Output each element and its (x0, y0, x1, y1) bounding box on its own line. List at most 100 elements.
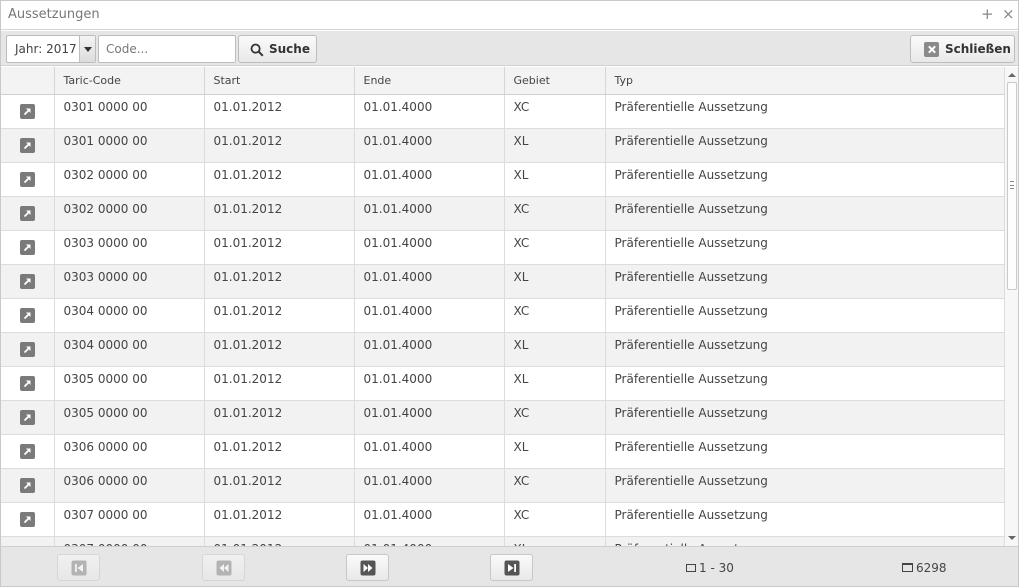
table-row[interactable]: 0305 0000 00 01.01.2012 01.01.4000 XC Präfer… (1, 400, 1004, 435)
table-row[interactable]: 0304 0000 00 01.01.2012 01.01.4000 XL Präfer… (1, 332, 1004, 367)
cell-type: Präferentielle Aussetzung (605, 230, 1004, 265)
open-external-icon[interactable] (19, 410, 35, 425)
cell-type: Präferentielle Aussetzung (605, 196, 1004, 231)
year-select-value: Jahr: 2017 (15, 42, 77, 56)
cell-taric-code: 0304 0000 00 (54, 298, 205, 333)
vertical-scrollbar[interactable] (1004, 67, 1018, 546)
cell-end: 01.01.4000 (354, 230, 505, 265)
cell-region: XL (504, 366, 606, 401)
last-page-button[interactable] (490, 554, 533, 581)
cell-region: XC (504, 502, 606, 537)
table-row[interactable]: 0301 0000 00 01.01.2012 01.01.4000 XC Präfer… (1, 94, 1004, 129)
open-external-icon[interactable] (19, 206, 35, 221)
table-row[interactable]: 0302 0000 00 01.01.2012 01.01.4000 XC Präfer… (1, 196, 1004, 231)
cell-end: 01.01.4000 (354, 298, 505, 333)
table-row[interactable]: 0306 0000 00 01.01.2012 01.01.4000 XL Präfer… (1, 434, 1004, 469)
open-external-icon[interactable] (19, 376, 35, 391)
cell-type: Präferentielle Aussetzung (605, 434, 1004, 469)
column-header-region[interactable]: Gebiet (504, 67, 606, 95)
total-count: 6298 (902, 561, 947, 575)
open-external-icon[interactable] (19, 138, 35, 153)
close-button[interactable]: Schließen (910, 35, 1015, 63)
column-header-action (1, 67, 55, 95)
cell-type: Präferentielle Aussetzung (605, 400, 1004, 435)
cell-taric-code: 0303 0000 00 (54, 264, 205, 299)
cell-taric-code: 0305 0000 00 (54, 366, 205, 401)
page-icon (686, 564, 696, 572)
table-row[interactable]: 0307 0000 0001.01.201201.01.4000XLPräfer… (1, 536, 1004, 546)
cell-region: XC (504, 298, 606, 333)
cell-taric-code: 0302 0000 00 (54, 162, 205, 197)
column-header-start[interactable]: Start (204, 67, 355, 95)
cell-taric-code: 0301 0000 00 (54, 94, 205, 129)
year-select[interactable]: Jahr: 2017 (6, 35, 96, 63)
open-external-icon[interactable] (19, 342, 35, 357)
row-action-cell (1, 332, 55, 367)
cell-start: 01.01.2012 (204, 400, 355, 435)
scroll-up-icon[interactable] (1008, 73, 1016, 77)
open-external-icon[interactable] (19, 308, 35, 323)
open-external-icon[interactable] (19, 240, 35, 255)
cell-end: 01.01.4000 (354, 264, 505, 299)
table-row[interactable]: 0303 0000 00 01.01.2012 01.01.4000 XL Präfer… (1, 264, 1004, 299)
open-external-icon[interactable] (19, 104, 35, 119)
first-page-button[interactable] (57, 554, 100, 581)
cell-start: 01.01.2012 (204, 298, 355, 333)
search-button-label: Suche (269, 42, 310, 56)
toolbar: Jahr: 2017 Suche Schließen (1, 31, 1018, 66)
table-row[interactable]: 0307 0000 00 01.01.2012 01.01.4000 XC Präfer… (1, 502, 1004, 537)
cell-start: 01.01.2012 (204, 196, 355, 231)
row-action-cell (1, 502, 55, 537)
cell-region: XL (504, 332, 606, 367)
column-header-taric-code[interactable]: Taric-Code (54, 67, 205, 95)
add-window-icon[interactable]: + (981, 5, 994, 23)
open-external-icon[interactable] (19, 444, 35, 459)
table-row[interactable]: 0302 0000 00 01.01.2012 01.01.4000 XL Präfer… (1, 162, 1004, 197)
cell-start: 01.01.2012 (204, 230, 355, 265)
cell-type: Präferentielle Aussetzung (605, 468, 1004, 503)
open-external-icon[interactable] (19, 478, 35, 493)
cell-type: Präferentielle Aussetzung (605, 536, 1004, 546)
window-title: Aussetzungen (8, 7, 100, 22)
row-action-cell (1, 230, 55, 265)
cell-start: 01.01.2012 (204, 366, 355, 401)
chevron-down-icon[interactable] (79, 36, 95, 62)
close-icon (924, 42, 939, 57)
open-external-icon[interactable] (19, 172, 35, 187)
open-external-icon[interactable] (19, 274, 35, 289)
table-row[interactable]: 0305 0000 00 01.01.2012 01.01.4000 XL Präfer… (1, 366, 1004, 401)
table-header-row: Taric-Code Start Ende Gebiet Typ (1, 67, 1004, 95)
row-action-cell (1, 128, 55, 163)
cell-region: XL (504, 128, 606, 163)
first-page-icon (71, 560, 87, 576)
cell-start: 01.01.2012 (204, 434, 355, 469)
scroll-down-icon[interactable] (1008, 536, 1016, 540)
cell-region: XC (504, 196, 606, 231)
table-row[interactable]: 0304 0000 00 01.01.2012 01.01.4000 XC Präfer… (1, 298, 1004, 333)
open-external-icon[interactable] (19, 512, 35, 527)
cell-type: Präferentielle Aussetzung (605, 128, 1004, 163)
cell-taric-code: 0306 0000 00 (54, 468, 205, 503)
table-row[interactable]: 0303 0000 00 01.01.2012 01.01.4000 XC Präfer… (1, 230, 1004, 265)
cell-end: 01.01.4000 (354, 468, 505, 503)
cell-taric-code: 0306 0000 00 (54, 434, 205, 469)
scrollbar-thumb[interactable] (1007, 82, 1017, 290)
column-header-type[interactable]: Typ (605, 67, 1004, 95)
table-row[interactable]: 0306 0000 00 01.01.2012 01.01.4000 XC Präfer… (1, 468, 1004, 503)
cell-region: XL (504, 264, 606, 299)
table-row[interactable]: 0301 0000 00 01.01.2012 01.01.4000 XL Präfer… (1, 128, 1004, 163)
column-header-end[interactable]: Ende (354, 67, 505, 95)
previous-page-button[interactable] (202, 554, 245, 581)
cell-start: 01.01.2012 (204, 536, 355, 546)
close-window-icon[interactable]: × (1002, 5, 1015, 23)
cell-type: Präferentielle Aussetzung (605, 162, 1004, 197)
cell-start: 01.01.2012 (204, 162, 355, 197)
cell-taric-code: 0304 0000 00 (54, 332, 205, 367)
search-button[interactable]: Suche (238, 35, 317, 63)
next-page-button[interactable] (346, 554, 389, 581)
cell-taric-code: 0307 0000 00 (54, 536, 205, 546)
cell-region: XC (504, 468, 606, 503)
cell-region: XC (504, 230, 606, 265)
code-search-input[interactable] (98, 35, 236, 63)
cell-start: 01.01.2012 (204, 502, 355, 537)
